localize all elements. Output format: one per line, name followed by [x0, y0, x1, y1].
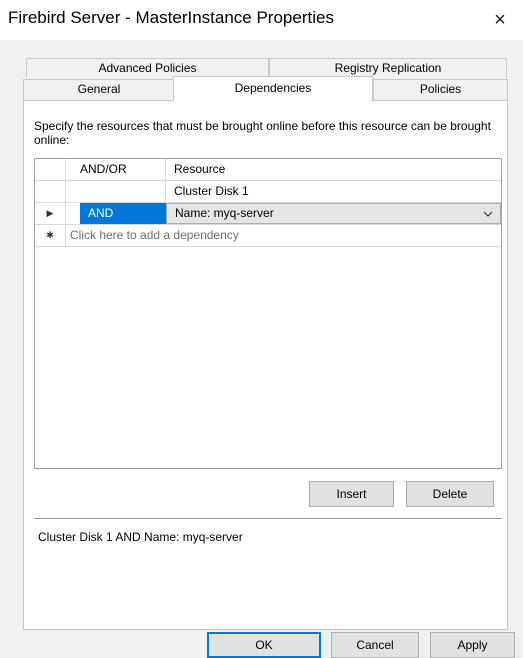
close-button[interactable]: × — [477, 0, 523, 40]
row-selector[interactable] — [35, 181, 66, 202]
andor-cell-selected[interactable]: AND — [80, 203, 166, 224]
andor-cell[interactable] — [66, 181, 166, 202]
resource-combobox[interactable]: Name: myq-server — [166, 203, 501, 224]
table-row[interactable]: Cluster Disk 1 — [35, 181, 501, 203]
chevron-down-icon[interactable] — [480, 204, 496, 223]
close-icon: × — [494, 8, 506, 31]
tab-general[interactable]: General — [23, 79, 175, 101]
resource-combobox-value: Name: myq-server — [175, 206, 274, 220]
tab-policies[interactable]: Policies — [373, 79, 508, 101]
new-dependency-row[interactable]: ✱ Click here to add a dependency — [35, 225, 501, 247]
title-bar: Firebird Server - MasterInstance Propert… — [0, 0, 523, 40]
apply-button[interactable]: Apply — [430, 632, 515, 658]
cancel-button[interactable]: Cancel — [331, 632, 419, 658]
resource-cell[interactable]: Cluster Disk 1 — [166, 181, 501, 202]
new-row-asterisk-icon: ✱ — [35, 225, 66, 246]
column-header-resource[interactable]: Resource — [166, 159, 501, 180]
table-row[interactable]: ▶ AND Name: myq-server — [35, 203, 501, 225]
window-title: Firebird Server - MasterInstance Propert… — [8, 8, 334, 27]
dependency-expression: Cluster Disk 1 AND Name: myq-server — [38, 530, 243, 544]
insert-button[interactable]: Insert — [309, 481, 394, 507]
add-dependency-placeholder[interactable]: Click here to add a dependency — [66, 225, 501, 246]
divider — [34, 518, 502, 520]
dependencies-panel: Specify the resources that must be broug… — [23, 100, 508, 630]
ok-button[interactable]: OK — [207, 632, 321, 658]
header-selector-cell — [35, 159, 66, 180]
row-selector-current-icon[interactable]: ▶ — [35, 203, 66, 224]
column-header-andor[interactable]: AND/OR — [66, 159, 166, 180]
tab-registry-replication[interactable]: Registry Replication — [269, 58, 507, 78]
tab-advanced-policies[interactable]: Advanced Policies — [26, 58, 269, 78]
grid-header: AND/OR Resource — [35, 159, 501, 181]
dependencies-description: Specify the resources that must be broug… — [34, 119, 491, 147]
tab-dependencies[interactable]: Dependencies — [173, 76, 373, 102]
dependencies-grid[interactable]: AND/OR Resource Cluster Disk 1 ▶ AND Nam… — [34, 158, 502, 469]
delete-button[interactable]: Delete — [406, 481, 494, 507]
